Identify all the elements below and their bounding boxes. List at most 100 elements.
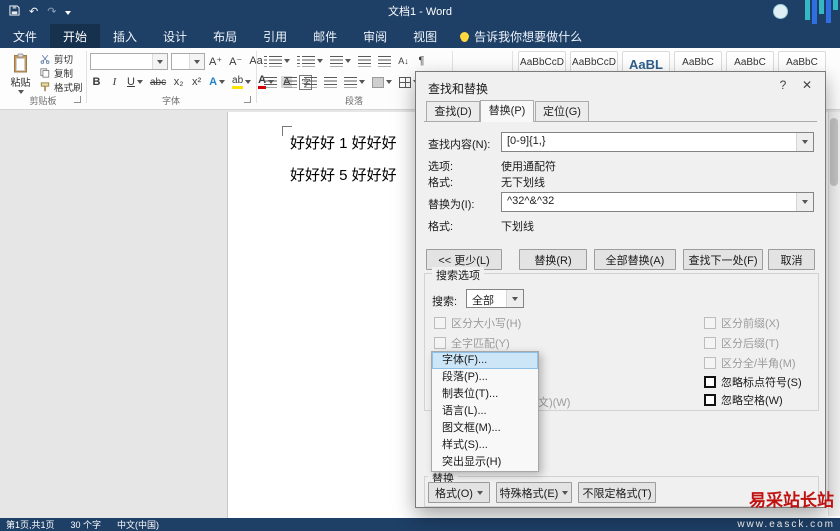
search-direction-select[interactable]: 全部 [466,289,524,308]
show-formatting-marks-button[interactable]: ¶ [414,52,429,70]
subscript-button[interactable]: x₂ [171,73,186,91]
window-title: 文档1 - Word [388,6,452,18]
quick-access-toolbar: ↶ ↷ [0,5,72,19]
decrease-indent-button[interactable] [356,52,373,70]
watermark-brand: 易采站长站 [749,491,834,511]
brush-icon [40,81,50,91]
numbering-button[interactable] [295,52,325,70]
scissors-icon [40,54,50,64]
copy-button[interactable]: 复制 [40,66,73,80]
checkbox-ignore-whitespace[interactable]: 忽略空格(W) [704,393,783,407]
shading-button[interactable] [370,73,394,91]
menu-item-highlight[interactable]: 突出显示(H) [432,454,538,471]
paste-label: 粘贴 [10,78,31,89]
find-dropdown-icon[interactable] [796,133,813,151]
text-effects-button[interactable]: A [207,73,227,91]
justify-button[interactable] [322,73,339,91]
search-direction-dropdown-icon[interactable] [506,290,523,307]
tab-file[interactable]: 文件 [0,24,50,48]
menu-item-style[interactable]: 样式(S)... [432,437,538,454]
bullets-button[interactable] [262,52,292,70]
find-next-button[interactable]: 查找下一处(F) [683,249,763,270]
underline-button[interactable]: U [125,73,145,91]
tell-me-box[interactable]: 告诉我你想要做什么 [450,24,592,48]
replace-format-label: 格式: [428,221,454,233]
font-dialog-launcher-icon[interactable] [244,96,251,103]
menu-item-language[interactable]: 语言(L)... [432,403,538,420]
replace-all-button[interactable]: 全部替换(A) [594,249,676,270]
increase-indent-button[interactable] [376,52,393,70]
bold-button[interactable]: B [89,73,104,91]
superscript-button[interactable]: x² [189,73,204,91]
font-size-combo[interactable] [171,53,205,70]
status-bar: 第1页,共1页 30 个字 中文(中国) [0,518,840,531]
dialog-tab-replace[interactable]: 替换(P) [480,100,534,122]
replace-with-input[interactable]: ^32^&^32 [501,192,814,212]
tab-design[interactable]: 设计 [150,24,200,48]
dialog-tab-goto[interactable]: 定位(G) [535,101,589,122]
menu-item-paragraph[interactable]: 段落(P)... [432,369,538,386]
clipboard-dialog-launcher-icon[interactable] [74,96,81,103]
undo-icon[interactable]: ↶ [29,6,38,18]
cut-button[interactable]: 剪切 [40,52,73,66]
font-name-combo[interactable] [90,53,168,70]
vertical-scrollbar[interactable] [828,112,840,516]
align-right-button[interactable] [302,73,319,91]
document-text-line[interactable]: 好好好 1 好好好 [290,132,397,153]
line-spacing-button[interactable] [342,73,367,91]
strikethrough-button[interactable]: abc [148,73,168,91]
document-text-line[interactable]: 好好好 5 好好好 [290,164,397,185]
replace-with-label: 替换为(I): [428,199,475,211]
checkbox-icon[interactable] [704,376,716,388]
word-count[interactable]: 30 个字 [71,518,102,531]
font-name-dropdown-icon[interactable] [152,54,167,69]
dialog-close-icon[interactable]: ✕ [799,78,815,92]
grow-font-button[interactable]: A⁺ [207,52,224,70]
align-left-button[interactable] [262,73,279,91]
find-replace-dialog: 查找和替换 ? ✕ 查找(D) 替换(P) 定位(G) 查找内容(N): [0-… [415,71,826,508]
cancel-button[interactable]: 取消 [768,249,815,270]
underline-dropdown-icon [136,80,143,84]
format-painter-label: 格式刷 [54,82,83,94]
sort-button[interactable]: A↓ [396,52,411,70]
shrink-font-button[interactable]: A⁻ [227,52,244,70]
dialog-help-icon[interactable]: ? [775,78,791,92]
options-value: 使用通配符 [501,161,556,173]
text-effects-dropdown-icon [219,80,226,84]
replace-dropdown-icon[interactable] [796,193,813,211]
tab-insert[interactable]: 插入 [100,24,150,48]
special-format-button[interactable]: 特殊格式(E) [496,482,572,503]
language-indicator[interactable]: 中文(中国) [117,518,159,531]
align-center-button[interactable] [282,73,299,91]
italic-button[interactable]: I [107,73,122,91]
tab-review[interactable]: 审阅 [350,24,400,48]
multilevel-list-button[interactable] [328,52,353,70]
checkbox-partial-label: 文)(W) [538,397,571,409]
tell-me-label: 告诉我你想要做什么 [474,29,583,44]
find-format-value: 无下划线 [501,177,545,189]
tab-layout[interactable]: 布局 [200,24,250,48]
format-painter-button[interactable]: 格式刷 [40,80,83,94]
tab-view[interactable]: 视图 [400,24,450,48]
tab-references[interactable]: 引用 [250,24,300,48]
tab-home[interactable]: 开始 [50,24,101,48]
scrollbar-thumb[interactable] [830,118,838,186]
redo-icon[interactable]: ↷ [47,6,56,18]
find-what-input[interactable]: [0-9]{1,} [501,132,814,152]
save-icon[interactable] [9,5,20,19]
font-size-dropdown-icon[interactable] [189,54,204,69]
qat-customize-icon[interactable] [65,7,72,18]
no-formatting-button[interactable]: 不限定格式(T) [578,482,656,503]
tab-mailings[interactable]: 邮件 [300,24,350,48]
menu-item-font[interactable]: 字体(F)... [432,352,538,369]
checkbox-ignore-punctuation[interactable]: 忽略标点符号(S) [704,375,802,389]
font-group-label: 字体 [161,96,180,106]
highlight-color-button[interactable]: ab [230,73,253,91]
format-button[interactable]: 格式(O) [428,482,490,503]
menu-item-tabs[interactable]: 制表位(T)... [432,386,538,403]
checkbox-icon[interactable] [704,394,716,406]
menu-item-frame[interactable]: 图文框(M)... [432,420,538,437]
replace-button[interactable]: 替换(R) [519,249,587,270]
page-info[interactable]: 第1页,共1页 [6,518,55,531]
dialog-tab-find[interactable]: 查找(D) [426,101,480,122]
